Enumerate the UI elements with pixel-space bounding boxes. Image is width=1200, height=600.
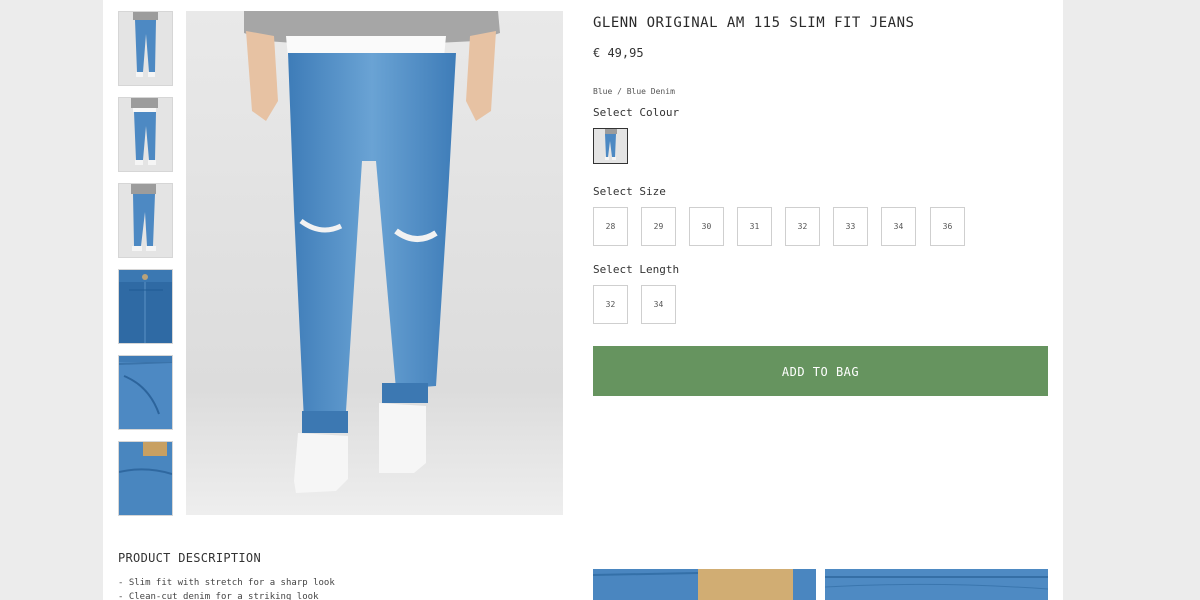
size-option[interactable]: 29	[641, 207, 676, 246]
thumbnail-6[interactable]	[118, 441, 173, 516]
variant-label: Blue / Blue Denim	[593, 87, 675, 96]
product-title: GLENN ORIGINAL AM 115 SLIM FIT JEANS	[593, 15, 915, 31]
description-item: - Clean-cut denim for a striking look	[118, 592, 319, 600]
length-option[interactable]: 34	[641, 285, 676, 324]
select-size-label: Select Size	[593, 185, 666, 198]
product-page: GLENN ORIGINAL AM 115 SLIM FIT JEANS € 4…	[103, 0, 1063, 600]
thumbnail-2[interactable]	[118, 97, 173, 172]
thumbnail-5[interactable]	[118, 355, 173, 430]
size-option[interactable]: 31	[737, 207, 772, 246]
size-option[interactable]: 30	[689, 207, 724, 246]
product-price: € 49,95	[593, 46, 644, 60]
length-option[interactable]: 32	[593, 285, 628, 324]
detail-image-2[interactable]	[825, 569, 1048, 600]
thumbnail-1[interactable]	[118, 11, 173, 86]
select-colour-label: Select Colour	[593, 106, 680, 119]
detail-image-1[interactable]	[593, 569, 816, 600]
add-to-bag-button[interactable]: ADD TO BAG	[593, 346, 1048, 396]
description-item: - Slim fit with stretch for a sharp look	[118, 578, 335, 588]
select-length-label: Select Length	[593, 263, 680, 276]
size-option[interactable]: 36	[930, 207, 965, 246]
colour-swatch-blue[interactable]	[593, 128, 628, 164]
size-option[interactable]: 34	[881, 207, 916, 246]
thumbnail-3[interactable]	[118, 183, 173, 258]
thumbnail-4[interactable]	[118, 269, 173, 344]
description-list: - Slim fit with stretch for a sharp look…	[118, 576, 335, 600]
size-option[interactable]: 32	[785, 207, 820, 246]
size-option[interactable]: 28	[593, 207, 628, 246]
size-option[interactable]: 33	[833, 207, 868, 246]
description-title: PRODUCT DESCRIPTION	[118, 551, 261, 565]
main-product-image[interactable]	[186, 11, 563, 515]
